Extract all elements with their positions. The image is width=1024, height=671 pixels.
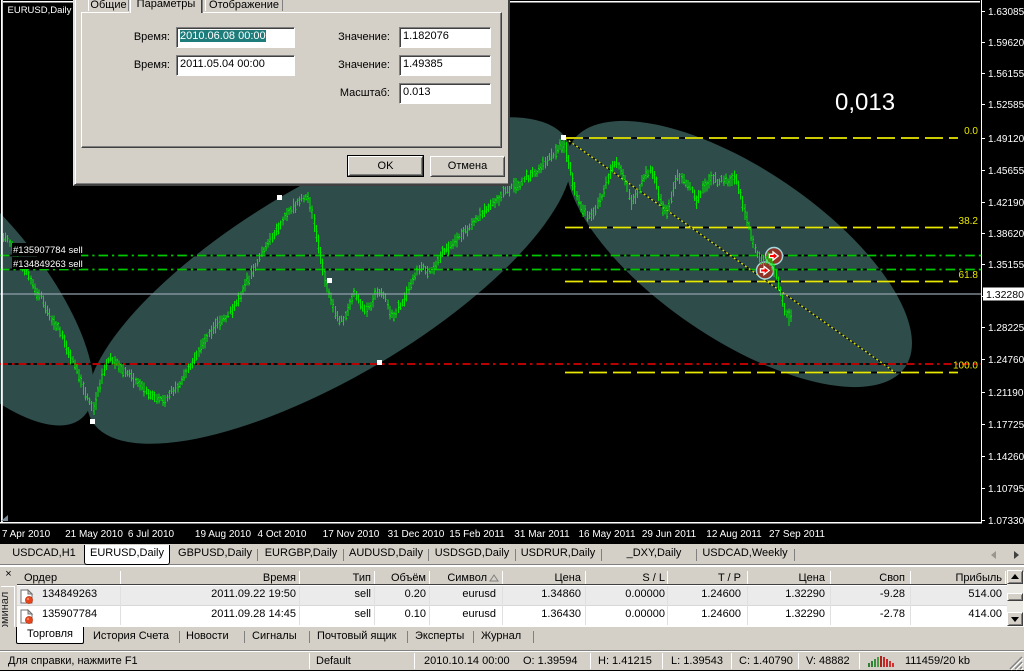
svg-text:1.59620: 1.59620 [988,38,1024,49]
svg-text:17 Nov 2010: 17 Nov 2010 [323,529,380,540]
svg-text:19 Aug 2010: 19 Aug 2010 [195,529,252,540]
svg-text:1.32280: 1.32280 [986,289,1024,301]
svg-text:1.49120: 1.49120 [988,134,1024,145]
svg-text:12 Aug 2011: 12 Aug 2011 [706,529,762,540]
svg-text:1.28225: 1.28225 [988,323,1024,334]
svg-text:1.56155: 1.56155 [988,69,1024,80]
svg-text:4 Oct 2010: 4 Oct 2010 [258,529,307,540]
svg-text:0.0: 0.0 [964,126,978,137]
svg-text:1.35155: 1.35155 [988,260,1024,271]
svg-text:1.52585: 1.52585 [988,100,1024,111]
svg-text:1.17725: 1.17725 [988,420,1024,431]
svg-text:1.10795: 1.10795 [988,484,1024,495]
svg-text:1.42190: 1.42190 [988,198,1024,209]
svg-text:29 Jun 2011: 29 Jun 2011 [642,529,697,540]
svg-text:38.2: 38.2 [959,216,979,227]
svg-text:1.63085: 1.63085 [988,7,1024,18]
svg-text:21 May 2010: 21 May 2010 [65,529,123,540]
svg-text:16 May 2011: 16 May 2011 [578,529,636,540]
svg-text:#134849263 sell: #134849263 sell [13,259,83,270]
svg-text:1.07330: 1.07330 [988,516,1024,527]
svg-text:31 Dec 2010: 31 Dec 2010 [388,529,445,540]
svg-text:1.24760: 1.24760 [988,355,1024,366]
svg-text:100.0: 100.0 [953,361,978,372]
svg-text:1.38620: 1.38620 [988,229,1024,240]
svg-text:31 Mar 2011: 31 Mar 2011 [514,529,570,540]
svg-text:EURUSD,Daily: EURUSD,Daily [8,5,72,16]
svg-text:0,013: 0,013 [835,89,895,116]
svg-text:27 Sep 2011: 27 Sep 2011 [769,529,825,540]
svg-text:#135907784 sell: #135907784 sell [13,245,83,256]
svg-text:1.14260: 1.14260 [988,452,1024,463]
svg-text:6 Jul 2010: 6 Jul 2010 [128,529,175,540]
svg-text:7 Apr 2010: 7 Apr 2010 [2,529,51,540]
svg-text:61.8: 61.8 [959,270,979,281]
svg-text:1.45655: 1.45655 [988,166,1024,177]
svg-text:1.21190: 1.21190 [988,388,1024,399]
svg-text:15 Feb 2011: 15 Feb 2011 [449,529,505,540]
